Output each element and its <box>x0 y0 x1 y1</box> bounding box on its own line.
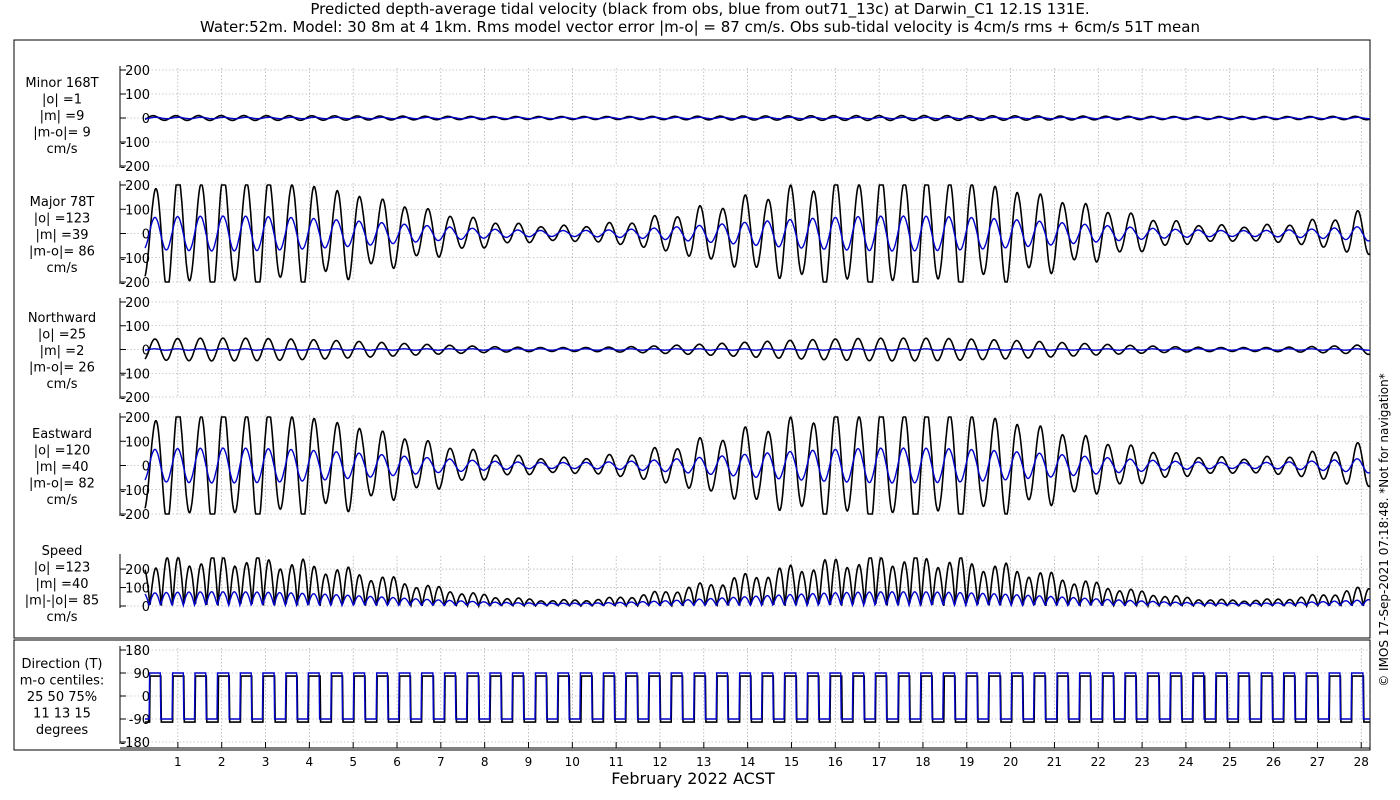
panel-label: |m| =2 <box>40 344 85 359</box>
panel-label: |o| =25 <box>38 328 86 343</box>
x-tick-label: 18 <box>915 755 930 769</box>
x-tick-label: 20 <box>1003 755 1018 769</box>
panel-label: |o| =120 <box>34 444 91 459</box>
panel-label: |m| =39 <box>36 228 89 243</box>
x-tick-label: 23 <box>1134 755 1149 769</box>
x-tick-label: 4 <box>306 755 314 769</box>
y-tick-label: 200 <box>125 64 150 79</box>
panel-label: |o| =1 <box>42 93 82 108</box>
y-tick-label: -200 <box>120 508 150 523</box>
panel-label: m-o centiles: <box>20 674 105 689</box>
x-tick-label: 3 <box>262 755 270 769</box>
panel-label: |m| =9 <box>40 109 85 124</box>
panel-label: 11 13 15 <box>33 707 91 722</box>
x-tick-label: 24 <box>1178 755 1193 769</box>
panel-label: |o| =123 <box>34 561 91 576</box>
series-model-line <box>145 348 1371 351</box>
panel-eastward: 2001000-100-200Eastward|o| =120|m| =40|m… <box>29 411 1371 523</box>
panel-label: Northward <box>28 311 96 326</box>
panel-major: 2001000-100-200Major 78T|o| =123|m| =39|… <box>29 179 1371 291</box>
panel-label: Speed <box>42 544 83 559</box>
x-tick-label: 12 <box>652 755 667 769</box>
x-tick-label: 13 <box>696 755 711 769</box>
y-tick-label: 100 <box>125 435 150 450</box>
panel-label: |m-o|= 26 <box>29 361 95 376</box>
y-tick-label: 180 <box>125 644 150 659</box>
panel-label: Direction (T) <box>22 657 103 672</box>
panel-label: cm/s <box>47 377 78 392</box>
y-tick-label: -100 <box>120 136 150 151</box>
panel-label: |m| =40 <box>36 460 89 475</box>
x-tick-label: 21 <box>1047 755 1062 769</box>
x-tick-label: 1 <box>174 755 182 769</box>
panel-label: degrees <box>36 723 89 738</box>
panel-northward: 2001000-100-200Northward|o| =25|m| =2|m-… <box>28 296 1371 406</box>
panels: 2001000-100-200Minor 168T|o| =1|m| =9|m-… <box>20 64 1371 751</box>
y-tick-label: 200 <box>125 411 150 426</box>
y-tick-label: 100 <box>125 320 150 335</box>
series-obs-line <box>145 675 1370 723</box>
panel-speed: 2001000Speed|o| =123|m| =40|m|-|o|= 85cm… <box>25 544 1371 625</box>
x-tick-label: 7 <box>437 755 445 769</box>
y-tick-label: -200 <box>120 276 150 291</box>
panel-label: Major 78T <box>30 195 95 210</box>
y-tick-label: 100 <box>125 203 150 218</box>
x-tick-label: 28 <box>1354 755 1369 769</box>
copyright-text: © IMOS 17-Sep-2021 07:18:48. *Not for na… <box>1377 373 1391 687</box>
x-tick-label: 15 <box>784 755 799 769</box>
y-tick-label: 100 <box>125 582 150 597</box>
panel-label: cm/s <box>47 610 78 625</box>
x-tick-label: 16 <box>828 755 843 769</box>
panel-label: 25 50 75% <box>27 690 97 705</box>
panel-label: cm/s <box>47 261 78 276</box>
x-axis-label: February 2022 ACST <box>611 769 775 788</box>
x-tick-label: 19 <box>959 755 974 769</box>
x-tick-label: 11 <box>609 755 624 769</box>
panel-minor: 2001000-100-200Minor 168T|o| =1|m| =9|m-… <box>25 64 1371 175</box>
panel-label: cm/s <box>47 493 78 508</box>
panel-direction: 180900-90-180Direction (T)m-o centiles:2… <box>20 644 1370 751</box>
panel-label: |o| =123 <box>34 212 91 227</box>
y-tick-label: 100 <box>125 88 150 103</box>
figure: 2001000-100-200Minor 168T|o| =1|m| =9|m-… <box>13 39 1391 788</box>
x-tick-label: 14 <box>740 755 755 769</box>
x-tick-label: 5 <box>349 755 357 769</box>
y-tick-label: -180 <box>120 736 150 751</box>
panel-label: Eastward <box>32 427 92 442</box>
panel-label: |m-o|= 82 <box>29 477 95 492</box>
x-tick-label: 9 <box>525 755 533 769</box>
x-tick-label: 6 <box>393 755 401 769</box>
x-axis: 1 2 3 4 5 6 7 8 9 10 11 12 13 14 15 16 17 18 19 20 21 22 23 24 2… <box>120 742 1370 769</box>
y-tick-label: -90 <box>129 713 150 728</box>
y-tick-label: -200 <box>120 160 150 175</box>
y-tick-label: -200 <box>120 391 150 406</box>
y-tick-label: -100 <box>120 252 150 267</box>
y-tick-label: -100 <box>120 367 150 382</box>
x-tick-label: 2 <box>218 755 226 769</box>
x-tick-label: 25 <box>1222 755 1237 769</box>
x-tick-label: 22 <box>1091 755 1106 769</box>
y-tick-label: -100 <box>120 484 150 499</box>
panel-label: |m-o|= 9 <box>33 126 91 141</box>
y-tick-label: 200 <box>125 296 150 311</box>
y-tick-label: 90 <box>133 667 150 682</box>
x-tick-label: 27 <box>1310 755 1325 769</box>
x-tick-label: 26 <box>1266 755 1281 769</box>
panel-label: |m| =40 <box>36 577 89 592</box>
outer-frame-top <box>13 39 1371 639</box>
panel-label: |m-o|= 86 <box>29 245 95 260</box>
x-tick-label: 8 <box>481 755 489 769</box>
x-tick-label: 10 <box>565 755 580 769</box>
panel-label: Minor 168T <box>25 76 98 91</box>
panel-label: cm/s <box>47 142 78 157</box>
y-tick-label: 200 <box>125 179 150 194</box>
panel-label: |m|-|o|= 85 <box>25 594 99 609</box>
x-tick-label: 17 <box>871 755 886 769</box>
